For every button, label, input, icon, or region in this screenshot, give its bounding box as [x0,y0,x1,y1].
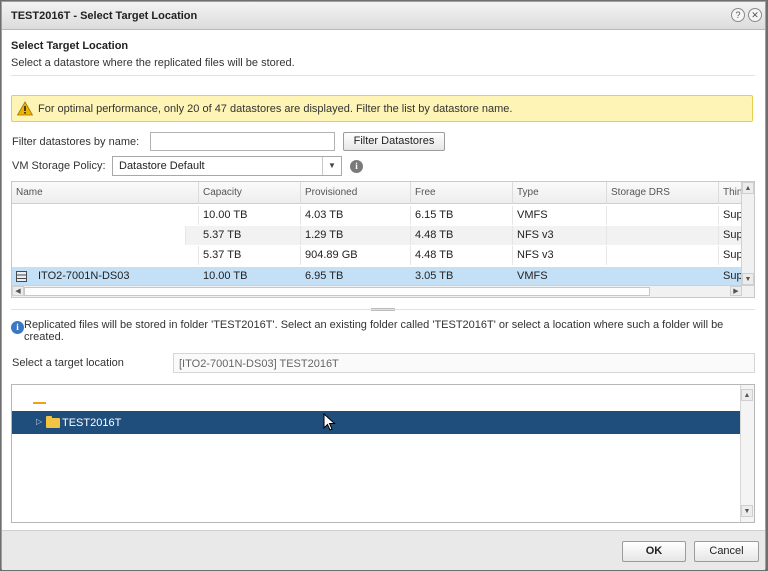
cell-name [12,226,186,245]
title-bar[interactable]: TEST2016T - Select Target Location ? ✕ [2,2,765,30]
folder-note-text: Replicated files will be stored in folde… [24,319,724,343]
resize-splitter[interactable] [371,308,395,311]
tree-item-test2016t[interactable]: ▷ TEST2016T [12,411,741,434]
info-icon: i [11,321,24,334]
column-header-type[interactable]: Type [513,182,607,204]
cell-type: VMFS [513,267,607,286]
target-location-value: [ITO2-7001N-DS03] TEST2016T [179,358,339,370]
cell-provisioned: 6.95 TB [301,267,411,286]
column-header-free[interactable]: Free [411,182,513,204]
filter-label: Filter datastores by name: [12,136,140,148]
scroll-up-icon[interactable]: ▲ [742,182,754,194]
cell-capacity: 5.37 TB [199,246,301,265]
cell-thin: Sup [719,226,743,245]
warning-text: For optimal performance, only 20 of 47 d… [38,103,513,115]
tree-root-indicator [33,402,46,404]
expand-arrow-icon[interactable]: ▷ [36,417,42,426]
scroll-down-icon[interactable]: ▼ [741,505,753,517]
storage-policy-value: Datastore Default [119,160,205,172]
cell-name: ITO2-7001N-DS03 [34,267,199,286]
warning-icon [17,101,33,116]
header-divider [11,75,755,76]
section-title: Select Target Location [11,40,129,52]
dialog-footer: OK Cancel [2,530,765,570]
tree-item-label: TEST2016T [62,417,122,429]
window-title: TEST2016T - Select Target Location [11,10,198,22]
table-row[interactable]: 5.37 TB 904.89 GB 4.48 TB NFS v3 Sup [12,246,754,265]
cell-storage-drs [607,226,719,245]
cell-capacity: 10.00 TB [199,267,301,286]
column-header-name[interactable]: Name [12,182,199,204]
cancel-button[interactable]: Cancel [694,541,759,562]
scroll-up-icon[interactable]: ▲ [741,389,753,401]
scroll-down-icon[interactable]: ▼ [742,273,754,285]
cell-thin: Sup [719,206,743,225]
cell-name [12,206,199,225]
cell-name [12,246,199,265]
select-target-location-dialog: TEST2016T - Select Target Location ? ✕ S… [1,1,766,570]
cell-type: VMFS [513,206,607,225]
chevron-down-icon[interactable]: ▼ [322,157,341,175]
cell-type: NFS v3 [513,226,607,245]
mouse-cursor-icon [323,413,336,431]
horizontal-scroll-thumb[interactable] [24,287,650,296]
column-header-storage-drs[interactable]: Storage DRS [607,182,719,204]
ok-button[interactable]: OK [622,541,686,562]
cell-thin: Sup [719,246,743,265]
scroll-left-icon[interactable]: ◀ [12,286,24,296]
target-location-label: Select a target location [12,357,124,369]
cell-free: 6.15 TB [411,206,513,225]
dialog-header: Select Target Location Select a datastor… [2,30,765,78]
cell-capacity: 5.37 TB [186,226,301,245]
filter-datastores-input[interactable] [150,132,335,151]
cell-provisioned: 4.03 TB [301,206,411,225]
table-row[interactable]: 5.37 TB 1.29 TB 4.48 TB NFS v3 Sup [12,226,754,245]
cell-free: 4.48 TB [411,246,513,265]
storage-policy-select[interactable]: Datastore Default ▼ [112,156,342,176]
folder-tree: ▷ TEST2016T ▲ ▼ [11,384,755,523]
cell-free: 3.05 TB [411,267,513,286]
table-row[interactable]: 10.00 TB 4.03 TB 6.15 TB VMFS Sup [12,206,754,225]
cell-capacity: 10.00 TB [199,206,301,225]
grid-horizontal-scrollbar[interactable]: ◀ ▶ [12,285,754,297]
cell-provisioned: 904.89 GB [301,246,411,265]
column-header-capacity[interactable]: Capacity [199,182,301,204]
cell-free: 4.48 TB [411,226,513,245]
cell-storage-drs [607,246,719,265]
datastore-icon [16,271,27,282]
help-icon[interactable]: ? [731,8,745,22]
cell-storage-drs [607,267,719,286]
cell-provisioned: 1.29 TB [301,226,411,245]
cell-type: NFS v3 [513,246,607,265]
column-header-provisioned[interactable]: Provisioned [301,182,411,204]
tree-vertical-scrollbar[interactable]: ▲ ▼ [740,385,754,522]
cell-storage-drs [607,206,719,225]
folder-icon [46,416,60,428]
datastore-grid: Name Capacity Provisioned Free Type Stor… [11,181,755,298]
filter-datastores-button[interactable]: Filter Datastores [343,132,445,151]
grid-vertical-scrollbar[interactable]: ▲ ▼ [741,182,754,286]
table-row-selected[interactable]: ITO2-7001N-DS03 10.00 TB 6.95 TB 3.05 TB… [12,267,754,286]
section-subtitle: Select a datastore where the replicated … [11,57,295,69]
warning-banner: For optimal performance, only 20 of 47 d… [11,95,753,122]
grid-header: Name Capacity Provisioned Free Type Stor… [12,182,754,204]
scroll-right-icon[interactable]: ▶ [730,286,742,296]
cell-thin: Sup [719,267,743,286]
close-icon[interactable]: ✕ [748,8,762,22]
info-icon[interactable]: i [350,160,363,173]
target-location-field: [ITO2-7001N-DS03] TEST2016T [173,353,755,373]
storage-policy-label: VM Storage Policy: [12,160,106,172]
